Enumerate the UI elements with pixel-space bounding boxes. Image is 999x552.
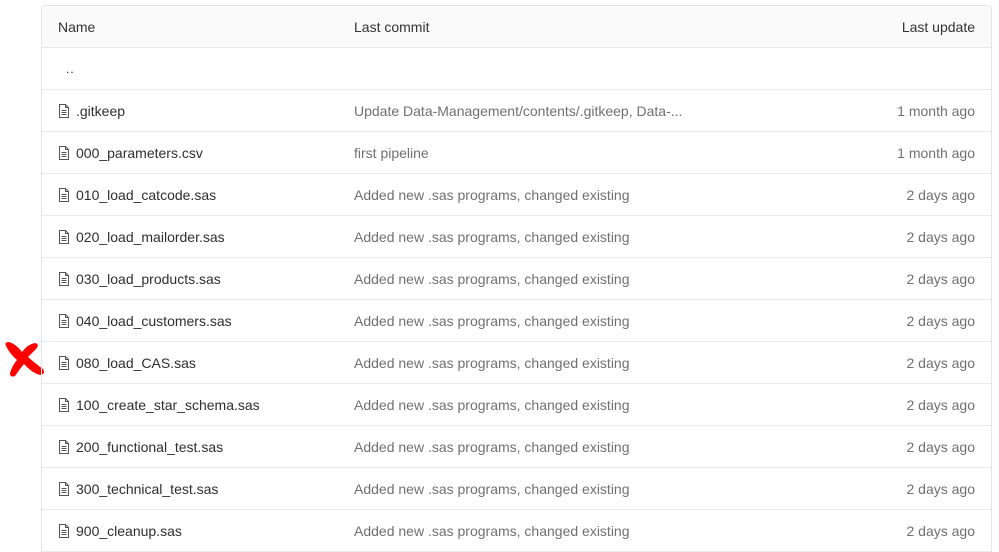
parent-directory-row[interactable]: .. [42, 48, 991, 90]
table-row[interactable]: 040_load_customers.sas Added new .sas pr… [42, 300, 991, 342]
cell-last-commit[interactable]: Added new .sas programs, changed existin… [354, 481, 791, 497]
file-name-link[interactable]: 900_cleanup.sas [76, 523, 182, 539]
cell-name: 040_load_customers.sas [42, 313, 354, 329]
table-row[interactable]: .gitkeep Update Data-Management/contents… [42, 90, 991, 132]
cell-last-commit[interactable]: Added new .sas programs, changed existin… [354, 271, 791, 287]
cell-last-update: 2 days ago [906, 396, 976, 413]
cell-last-commit[interactable]: first pipeline [354, 145, 791, 161]
cell-last-commit[interactable]: Added new .sas programs, changed existin… [354, 229, 791, 245]
cell-name: 080_load_CAS.sas [42, 355, 354, 371]
cell-last-commit[interactable]: Added new .sas programs, changed existin… [354, 397, 791, 413]
table-row[interactable]: 000_parameters.csv first pipeline 1 mont… [42, 132, 991, 174]
table-header-row: Name Last commit Last update [42, 6, 991, 48]
cell-last-commit[interactable]: Update Data-Management/contents/.gitkeep… [354, 103, 791, 119]
file-text-icon [59, 145, 69, 160]
cell-name: 100_create_star_schema.sas [42, 397, 354, 413]
file-name-link[interactable]: 300_technical_test.sas [76, 481, 218, 497]
cell-name: 000_parameters.csv [42, 145, 354, 161]
cell-last-update: 1 month ago [897, 144, 975, 161]
cell-last-commit[interactable]: Added new .sas programs, changed existin… [354, 313, 791, 329]
cell-last-update: 2 days ago [906, 186, 976, 203]
cell-last-update: 2 days ago [906, 522, 976, 539]
table-row[interactable]: 300_technical_test.sas Added new .sas pr… [42, 468, 991, 510]
file-text-icon [59, 229, 69, 244]
file-name-link[interactable]: 030_load_products.sas [76, 271, 221, 287]
file-text-icon [59, 355, 69, 370]
cell-last-update: 1 month ago [897, 102, 975, 119]
cell-last-commit[interactable]: Added new .sas programs, changed existin… [354, 187, 791, 203]
cell-last-commit[interactable]: Added new .sas programs, changed existin… [354, 523, 791, 539]
file-text-icon [59, 313, 69, 328]
file-name-link[interactable]: 020_load_mailorder.sas [76, 229, 225, 245]
file-name-link[interactable]: 200_functional_test.sas [76, 439, 223, 455]
file-name-link[interactable]: 100_create_star_schema.sas [76, 397, 260, 413]
table-row[interactable]: 080_load_CAS.sas Added new .sas programs… [42, 342, 991, 384]
red-x-shape [5, 342, 45, 377]
table-row[interactable]: 010_load_catcode.sas Added new .sas prog… [42, 174, 991, 216]
cell-last-commit[interactable]: Added new .sas programs, changed existin… [354, 355, 791, 371]
table-row[interactable]: 100_create_star_schema.sas Added new .sa… [42, 384, 991, 426]
cell-last-commit[interactable]: Added new .sas programs, changed existin… [354, 439, 791, 455]
file-rows: .gitkeep Update Data-Management/contents… [42, 90, 991, 552]
header-last-commit: Last commit [354, 18, 430, 35]
file-text-icon [59, 523, 69, 538]
file-text-icon [59, 271, 69, 286]
page: Name Last commit Last update .. .gitkeep… [0, 0, 999, 552]
file-text-icon [59, 187, 69, 202]
table-row[interactable]: 020_load_mailorder.sas Added new .sas pr… [42, 216, 991, 258]
file-name-link[interactable]: 000_parameters.csv [76, 145, 203, 161]
file-name-link[interactable]: 080_load_CAS.sas [76, 355, 196, 371]
file-tree-table: Name Last commit Last update .. .gitkeep… [41, 5, 992, 552]
table-row[interactable]: 030_load_products.sas Added new .sas pro… [42, 258, 991, 300]
cell-last-update: 2 days ago [906, 312, 976, 329]
cell-name: 900_cleanup.sas [42, 523, 354, 539]
cell-name: 200_functional_test.sas [42, 439, 354, 455]
cell-last-update: 2 days ago [906, 438, 976, 455]
cell-name: 030_load_products.sas [42, 271, 354, 287]
cell-last-update: 2 days ago [906, 354, 976, 371]
table-row[interactable]: 900_cleanup.sas Added new .sas programs,… [42, 510, 991, 552]
cell-last-update: 2 days ago [906, 228, 976, 245]
cell-name: 020_load_mailorder.sas [42, 229, 354, 245]
file-text-icon [59, 397, 69, 412]
cell-last-update: 2 days ago [906, 480, 976, 497]
file-name-link[interactable]: 040_load_customers.sas [76, 313, 232, 329]
cell-name: .gitkeep [42, 103, 354, 119]
table-row[interactable]: 200_functional_test.sas Added new .sas p… [42, 426, 991, 468]
header-last-update: Last update [901, 18, 975, 35]
file-text-icon [59, 481, 69, 496]
file-name-link[interactable]: .gitkeep [76, 103, 125, 119]
parent-directory-link[interactable]: .. [58, 62, 75, 76]
cell-name: 010_load_catcode.sas [42, 187, 354, 203]
file-text-icon [59, 439, 69, 454]
cell-name: 300_technical_test.sas [42, 481, 354, 497]
file-text-icon [59, 103, 69, 118]
cell-last-update: 2 days ago [906, 270, 976, 287]
header-name: Name [58, 18, 96, 35]
file-name-link[interactable]: 010_load_catcode.sas [76, 187, 216, 203]
